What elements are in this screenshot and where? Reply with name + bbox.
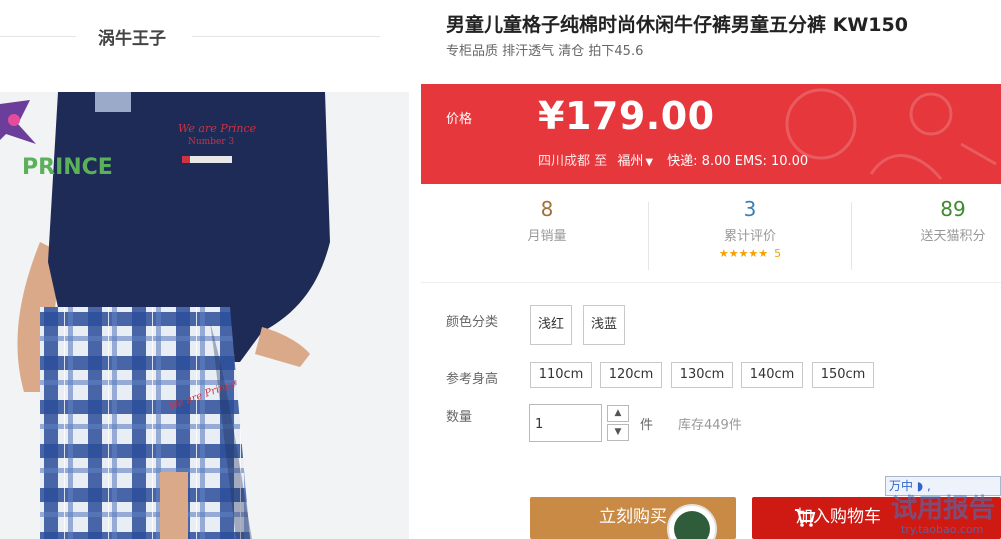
divider (851, 202, 852, 270)
stat-label: 送天猫积分 (920, 229, 986, 244)
badge-inner (674, 511, 710, 539)
height-option-110[interactable]: 110cm (530, 362, 592, 388)
divider (0, 36, 76, 37)
ship-from: 四川成都 (538, 154, 591, 169)
right-panel: 男童儿童格子纯棉时尚休闲牛仔裤男童五分裤 KW150 专柜品质 排汗透气 清仓 … (421, 0, 1001, 539)
cart-icon (795, 509, 816, 527)
divider (421, 282, 1001, 283)
height-label: 参考身高 (446, 372, 499, 387)
product-title: 男童儿童格子纯棉时尚休闲牛仔裤男童五分裤 KW150 (446, 14, 908, 36)
stat-label: 月销量 (527, 229, 567, 244)
svg-text:Number 3: Number 3 (188, 137, 234, 147)
chevron-down-icon: ▼ (614, 427, 622, 437)
destination-city: 福州 (617, 154, 644, 169)
color-option-light-red[interactable]: 浅红 (530, 305, 573, 345)
quantity-unit: 件 (640, 418, 654, 433)
stat-value: 3 (743, 197, 757, 221)
stats-bar: 8 月销量 3 累计评价 ★★★★★ 5 89 送天猫积分 (421, 196, 1001, 274)
height-option-120[interactable]: 120cm (600, 362, 662, 388)
height-option-150[interactable]: 150cm (812, 362, 874, 388)
chevron-down-icon: ▼ (645, 157, 654, 168)
stock-count: 库存449件 (678, 418, 742, 433)
rating-stars: ★★★★★ 5 (670, 247, 830, 260)
stat-monthly-sales: 8 月销量 (467, 196, 627, 244)
divider (192, 36, 380, 37)
height-option-130[interactable]: 130cm (671, 362, 733, 388)
svg-text:We are Prince: We are Prince (178, 122, 257, 135)
quantity-decrease-button[interactable]: ▼ (607, 424, 629, 441)
product-subtitle: 专柜品质 排汗透气 清仓 拍下45.6 (446, 44, 644, 59)
watermark-url: try.taobao.com (901, 523, 984, 536)
stat-points: 89 送天猫积分 (873, 196, 1001, 244)
rating-value: 5 (774, 247, 782, 260)
product-page: 涡牛王子 We are Prince Number 3 PRINCE We ar… (0, 0, 1001, 539)
product-image[interactable]: We are Prince Number 3 PRINCE We are Pri… (0, 92, 409, 539)
left-panel: 涡牛王子 We are Prince Number 3 PRINCE We ar… (0, 0, 420, 539)
height-option-140[interactable]: 140cm (741, 362, 803, 388)
stat-reviews[interactable]: 3 累计评价 ★★★★★ 5 (670, 196, 830, 260)
shop-name[interactable]: 涡牛王子 (98, 24, 166, 49)
price-box: 价格 ¥179.00 四川成都 至 福州 ▼ 快递: 8.00 EMS: 10.0… (421, 84, 1001, 184)
product-photo-illustration: We are Prince Number 3 PRINCE We are Pri… (0, 92, 409, 539)
shipping-fee: 快递: 8.00 EMS: 10.00 (667, 154, 809, 169)
watermark-text: 试用报告 (891, 494, 996, 524)
quantity-increase-button[interactable]: ▲ (607, 405, 629, 422)
ship-to-label: 至 (594, 154, 608, 169)
color-label: 颜色分类 (446, 315, 499, 330)
shipping-info: 四川成都 至 福州 ▼ 快递: 8.00 EMS: 10.00 (538, 150, 808, 169)
stat-value: 89 (940, 197, 966, 221)
star-icons: ★★★★★ (718, 247, 769, 260)
color-option-light-blue[interactable]: 浅蓝 (583, 305, 626, 345)
price-value: ¥179.00 (538, 94, 715, 138)
stat-label: 累计评价 (723, 229, 776, 244)
price-label: 价格 (446, 112, 473, 127)
quantity-label: 数量 (446, 410, 473, 425)
chevron-up-icon: ▲ (614, 408, 622, 418)
brand-logo-text: PRINCE (22, 155, 113, 180)
quantity-input[interactable]: 1 (529, 404, 602, 442)
destination-select[interactable]: 福州 ▼ (617, 154, 653, 169)
stat-value: 8 (540, 197, 554, 221)
decorative-pattern (785, 88, 997, 180)
divider (648, 202, 649, 270)
